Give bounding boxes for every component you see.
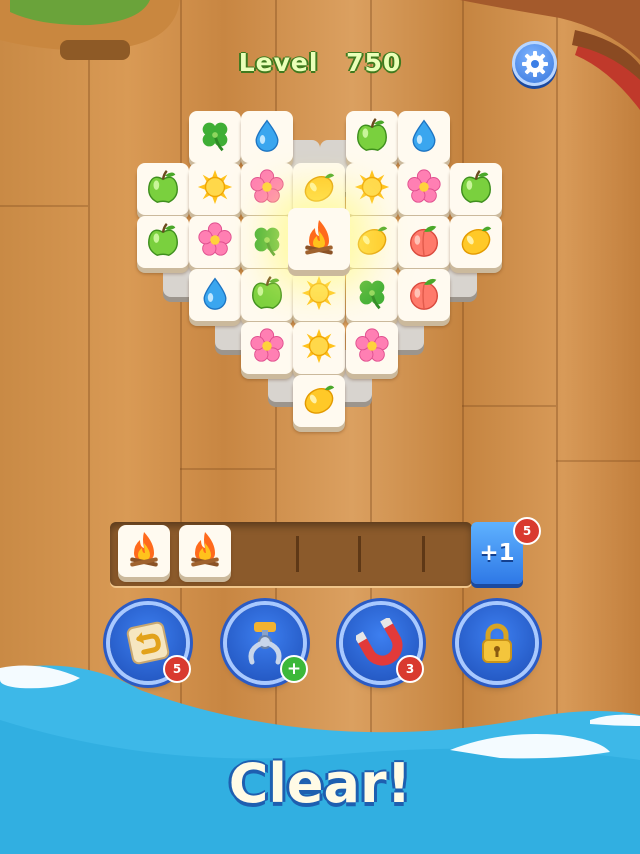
lemon-icon — [457, 221, 495, 263]
sun-icon — [300, 327, 338, 369]
campfire-icon — [124, 529, 164, 573]
wood-plank-seam — [462, 405, 556, 407]
settings-button[interactable] — [512, 41, 557, 86]
lemon-tile[interactable] — [293, 375, 345, 427]
wood-plank-seam — [0, 205, 88, 207]
apple-tile[interactable] — [137, 163, 189, 215]
sun-tile[interactable] — [189, 163, 241, 215]
clover-icon — [196, 116, 234, 158]
clover-icon — [248, 221, 286, 263]
sun-icon — [353, 168, 391, 210]
level-label: Level — [238, 48, 319, 77]
gear-icon — [521, 50, 548, 77]
add-slot-label: +1 — [479, 540, 515, 566]
flower-tile[interactable] — [241, 322, 293, 374]
flower-tile[interactable] — [241, 163, 293, 215]
campfire-tile[interactable] — [179, 525, 231, 577]
flower-icon — [196, 221, 234, 263]
apple-tile[interactable] — [137, 216, 189, 268]
lemon-icon — [353, 221, 391, 263]
flower-tile[interactable] — [398, 163, 450, 215]
wood-plank-seam — [556, 460, 640, 462]
lemon-tile[interactable] — [450, 216, 502, 268]
campfire-tile[interactable] — [288, 208, 350, 270]
clover-tile[interactable] — [346, 269, 398, 321]
water-drop-icon — [406, 117, 442, 157]
apple-icon — [457, 168, 495, 210]
drop-tile[interactable] — [189, 269, 241, 321]
clover-icon — [353, 274, 391, 316]
clover-tile[interactable] — [241, 216, 293, 268]
water-drop-icon — [197, 275, 233, 315]
lemon-icon — [300, 380, 338, 422]
apple-tile[interactable] — [450, 163, 502, 215]
flower-tile[interactable] — [346, 322, 398, 374]
water-drop-icon — [249, 117, 285, 157]
drop-tile[interactable] — [241, 111, 293, 163]
lemon-tile[interactable] — [346, 216, 398, 268]
wood-plank-seam — [180, 468, 275, 470]
flower-icon — [405, 168, 443, 210]
sun-icon — [300, 274, 338, 316]
clear-message: Clear! — [228, 752, 412, 815]
padlock-icon — [482, 623, 512, 663]
tray-slot-divider — [296, 536, 299, 572]
apple-icon — [353, 116, 391, 158]
campfire-tile[interactable] — [118, 525, 170, 577]
lemon-icon — [300, 168, 338, 210]
apple-icon — [144, 168, 182, 210]
flower-icon — [248, 168, 286, 210]
flower-tile[interactable] — [189, 216, 241, 268]
peach-icon — [405, 221, 443, 263]
sun-tile[interactable] — [293, 322, 345, 374]
peach-icon — [405, 274, 443, 316]
drop-tile[interactable] — [398, 111, 450, 163]
peach-tile[interactable] — [398, 216, 450, 268]
tray-slot-divider — [358, 536, 361, 572]
add-slot-count-badge: 5 — [513, 517, 541, 545]
sun-tile[interactable] — [293, 269, 345, 321]
flower-icon — [248, 327, 286, 369]
clover-tile[interactable] — [189, 111, 241, 163]
peach-tile[interactable] — [398, 269, 450, 321]
apple-icon — [144, 221, 182, 263]
level-number: 750 — [346, 48, 402, 77]
campfire-icon — [299, 217, 339, 261]
apple-icon — [248, 274, 286, 316]
apple-tile[interactable] — [241, 269, 293, 321]
tray-slot-divider — [422, 536, 425, 572]
campfire-icon — [185, 529, 225, 573]
apple-tile[interactable] — [346, 111, 398, 163]
sun-icon — [196, 168, 234, 210]
sun-tile[interactable] — [346, 163, 398, 215]
flower-icon — [353, 327, 391, 369]
